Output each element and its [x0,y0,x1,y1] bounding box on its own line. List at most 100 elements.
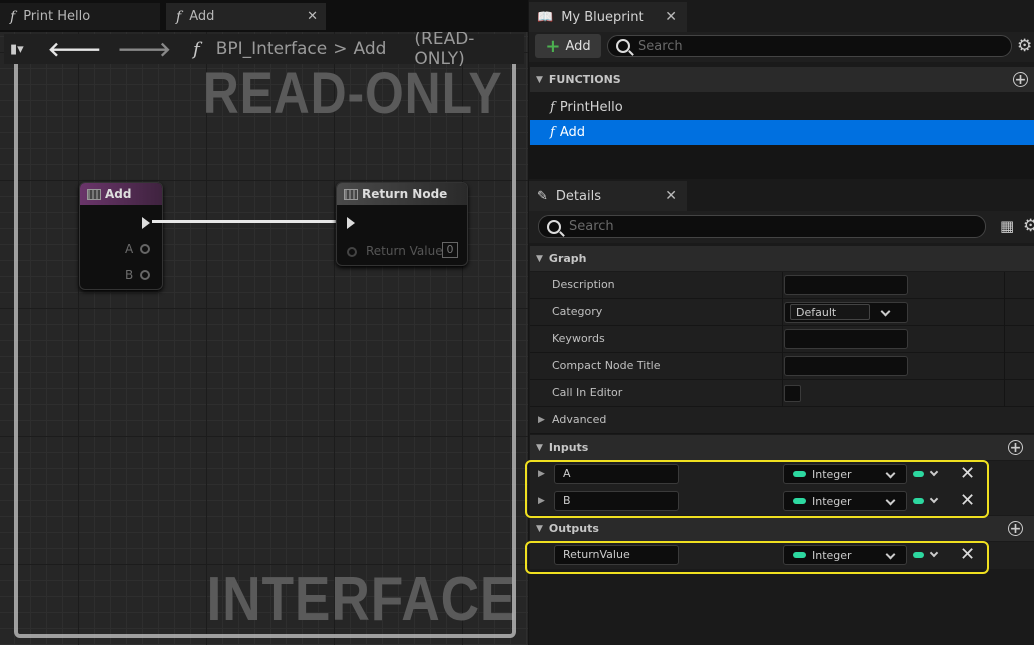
outputs-highlight [525,541,989,574]
collapse-arrow-icon: ▼ [536,442,543,453]
call-in-editor-checkbox[interactable] [784,385,801,402]
book-icon: 📖 [537,9,554,25]
keywords-field[interactable] [784,329,908,349]
expand-arrow-icon: ▶ [538,415,545,425]
search-icon [616,39,630,53]
details-title: Details [555,188,601,204]
function-item-add[interactable]: f Add [530,120,1034,145]
node-title: Return Node [362,187,448,201]
exec-out-pin[interactable] [142,217,150,229]
compact-title-label: Compact Node Title [552,359,661,372]
search-input[interactable] [569,219,971,234]
return-node[interactable]: Return Node Return Value 0 [336,182,468,266]
read-only-label: (READ-ONLY) [414,32,475,69]
graph-editor[interactable]: READ-ONLY INTERFACE ▮▾ 🡐 🡒 f BPI_Interfa… [0,32,528,645]
pencil-icon: ✎ [537,188,548,204]
tab-label: Add [189,9,215,24]
graph-section-header[interactable]: ▼ Graph [530,246,1034,271]
panel-gap [529,145,1034,179]
exec-wire [152,220,346,223]
pin-label-b: B [125,268,134,282]
node-header: Return Node [337,183,467,205]
add-input-icon[interactable]: + [1008,440,1023,455]
advanced-label: Advanced [552,413,607,426]
collapse-arrow-icon: ▼ [536,253,543,264]
section-label: FUNCTIONS [548,73,621,86]
read-only-frame [14,40,516,638]
function-icon: f [193,38,200,60]
section-label: Outputs [548,522,599,535]
my-blueprint-search[interactable] [607,35,1012,57]
document-tab-bar: f Print Hello f Add ✕ [0,0,528,32]
gear-icon[interactable]: ⚙ [1017,36,1032,56]
add-function-icon[interactable]: + [1013,72,1028,87]
close-icon[interactable]: ✕ [665,188,677,204]
details-tab[interactable]: ✎ Details ✕ [529,181,687,211]
close-icon[interactable]: ✕ [665,9,677,25]
breadcrumb-leaf[interactable]: Add [353,39,386,59]
description-field[interactable] [784,275,908,295]
add-output-icon[interactable]: + [1008,521,1023,536]
node-icon [87,188,101,200]
node-title: Add [105,187,132,201]
graph-toolbar: ▮▾ 🡐 🡒 f BPI_Interface > Add (READ-ONLY) [4,32,524,69]
function-icon: f [10,8,16,25]
description-row: Description [530,272,1034,299]
function-label: PrintHello [559,100,623,115]
node-header: Add [80,183,162,205]
functions-section-header[interactable]: ▼ FUNCTIONS + [530,67,1034,92]
close-tab-icon[interactable]: ✕ [307,9,318,24]
collapse-arrow-icon: ▼ [536,523,543,534]
function-label: Add [559,125,585,140]
add-function-entry-node[interactable]: Add A B [79,182,163,290]
pin-a[interactable] [140,244,150,254]
call-in-editor-label: Call In Editor [552,386,623,399]
inputs-section-header[interactable]: ▼ Inputs + [530,435,1034,460]
pin-label-a: A [125,242,134,256]
function-icon: f [176,8,182,25]
forward-arrow-icon[interactable]: 🡒 [117,37,171,61]
category-value[interactable]: Default [790,304,870,320]
function-icon: f [550,100,555,115]
function-item-printhello[interactable]: f PrintHello [530,95,1034,120]
exec-in-pin[interactable] [347,217,355,229]
plus-icon: + [545,35,561,57]
table-view-icon[interactable]: ▦ [1000,217,1014,235]
section-label: Graph [548,252,587,265]
breadcrumb-separator: > [333,39,348,59]
node-icon [344,188,358,200]
add-button[interactable]: + Add [535,34,601,58]
keywords-row: Keywords [530,326,1034,353]
chevron-down-icon [880,306,891,317]
function-icon: f [550,125,555,140]
keywords-label: Keywords [552,332,605,345]
return-value-label: Return Value [366,244,443,258]
compact-title-field[interactable] [784,356,908,376]
category-combo[interactable]: Default [784,302,908,323]
tab-add[interactable]: f Add ✕ [166,3,326,30]
tab-print-hello[interactable]: f Print Hello [0,3,160,30]
pin-b[interactable] [140,270,150,280]
description-label: Description [552,278,615,291]
breadcrumb: BPI_Interface > Add [216,39,387,59]
bookmark-icon[interactable]: ▮▾ [10,38,34,60]
details-search[interactable] [538,215,986,238]
search-input[interactable] [638,38,1001,54]
compact-title-row: Compact Node Title [530,353,1034,380]
gear-icon[interactable]: ⚙ [1023,216,1034,236]
add-label: Add [565,38,591,54]
category-label: Category [552,305,603,318]
return-value-pin[interactable] [347,247,357,257]
inputs-highlight [525,460,989,518]
my-blueprint-tab[interactable]: 📖 My Blueprint ✕ [529,2,687,32]
call-in-editor-row: Call In Editor [530,380,1034,407]
section-label: Inputs [548,441,589,454]
back-arrow-icon[interactable]: 🡐 [48,37,102,61]
category-row: Category Default [530,299,1034,326]
outputs-section-header[interactable]: ▼ Outputs + [530,516,1034,541]
breadcrumb-root[interactable]: BPI_Interface [216,39,328,59]
my-blueprint-title: My Blueprint [561,9,644,25]
search-icon [547,219,561,234]
advanced-row[interactable]: ▶ Advanced [530,407,1034,434]
return-value-field[interactable]: 0 [442,242,458,258]
